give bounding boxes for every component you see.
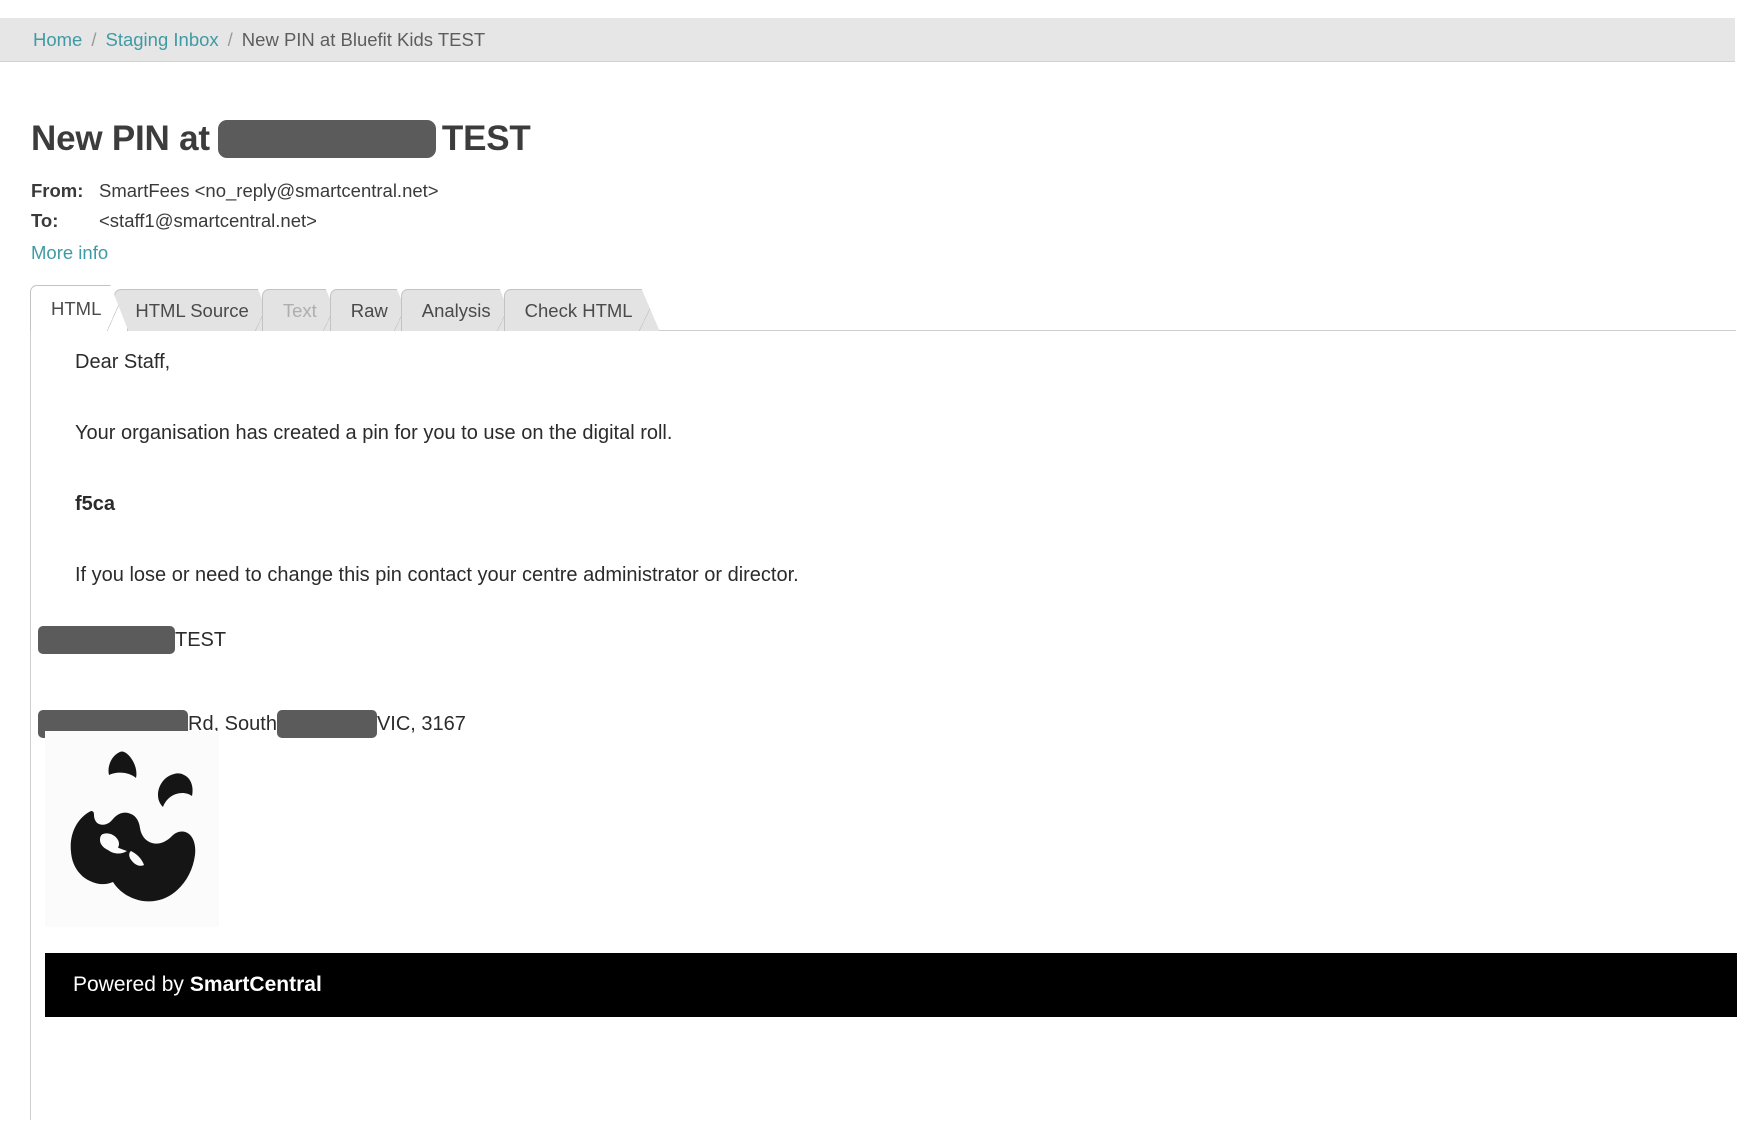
page-title-suffix: TEST xyxy=(441,119,531,159)
breadcrumb-link-home[interactable]: Home xyxy=(33,29,82,51)
email-signature: TEST Rd, South VIC, 3167 xyxy=(38,626,466,738)
email-intro: Your organisation has created a pin for … xyxy=(75,422,673,444)
email-greeting: Dear Staff, xyxy=(75,351,171,373)
tab-html-source-label: HTML Source xyxy=(135,299,249,321)
powered-by-brand: SmartCentral xyxy=(189,973,322,996)
redaction-block-title xyxy=(217,120,436,159)
breadcrumb: Home / Staging Inbox / New PIN at Bluefi… xyxy=(0,18,1735,62)
breadcrumb-separator-2: / xyxy=(227,28,233,50)
powered-by-footer: Powered by SmartCentral xyxy=(45,953,1737,1017)
page-title-prefix: New PIN at xyxy=(31,119,210,159)
tab-analysis-label: Analysis xyxy=(421,299,491,321)
signature-org-line: TEST xyxy=(38,626,466,654)
tab-raw-label: Raw xyxy=(350,299,388,321)
redaction-block-suburb xyxy=(276,710,377,738)
powered-by-prefix: Powered by xyxy=(73,973,184,996)
email-closing: If you lose or need to change this pin c… xyxy=(75,564,799,586)
breadcrumb-separator-1: / xyxy=(91,28,97,50)
tab-html-label: HTML xyxy=(51,297,102,319)
tab-check-html[interactable]: Check HTML xyxy=(504,289,660,331)
tab-html-source[interactable]: HTML Source xyxy=(114,289,275,331)
tab-check-html-label: Check HTML xyxy=(524,299,633,321)
meta-row-to: To: <staff1@smartcentral.net> xyxy=(31,206,439,236)
signature-org-suffix: TEST xyxy=(175,628,227,651)
tab-html[interactable]: HTML xyxy=(30,285,128,331)
tab-bar: HTML HTML Source Text Raw Analysis Check… xyxy=(30,285,646,331)
breadcrumb-link-staging-inbox[interactable]: Staging Inbox xyxy=(106,29,219,51)
tab-text-label: Text xyxy=(282,299,317,321)
to-label: To: xyxy=(31,210,59,231)
more-info-link[interactable]: More info xyxy=(31,238,108,268)
email-meta: From: SmartFees <no_reply@smartcentral.n… xyxy=(31,176,439,268)
tab-analysis[interactable]: Analysis xyxy=(401,289,518,331)
to-value: <staff1@smartcentral.net> xyxy=(99,210,317,231)
email-preview-pane: Dear Staff, Your organisation has create… xyxy=(30,330,1737,1120)
email-body: Dear Staff, Your organisation has create… xyxy=(75,347,799,631)
signature-address-part2: VIC, 3167 xyxy=(376,712,466,735)
meta-row-from: From: SmartFees <no_reply@smartcentral.n… xyxy=(31,176,439,206)
panda-logo-icon xyxy=(45,731,219,927)
email-pin-code: f5ca xyxy=(75,493,116,515)
from-value: SmartFees <no_reply@smartcentral.net> xyxy=(99,180,439,201)
breadcrumb-current: New PIN at Bluefit Kids TEST xyxy=(241,28,486,50)
redaction-block-org xyxy=(38,626,175,654)
page-title: New PIN at TEST xyxy=(31,119,531,159)
from-label: From: xyxy=(31,180,84,201)
